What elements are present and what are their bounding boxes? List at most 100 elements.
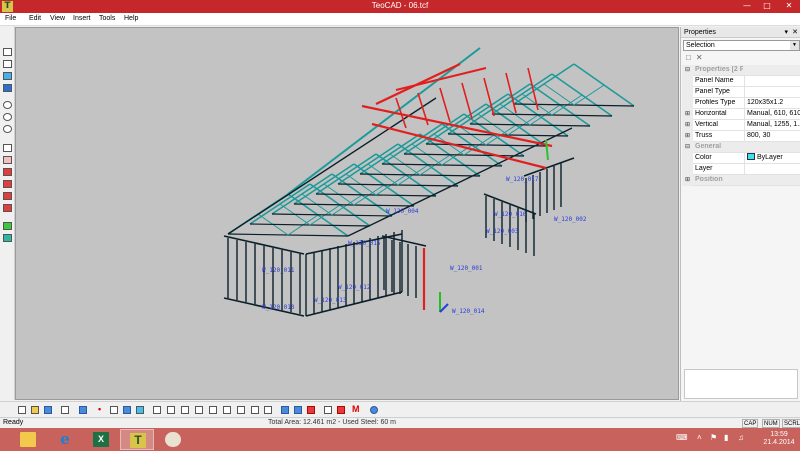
taskbar-internet-explorer[interactable]: e bbox=[48, 429, 82, 450]
maximize-button[interactable]: □ bbox=[757, 0, 777, 12]
panel-label[interactable]: W_120_004 bbox=[386, 208, 419, 215]
steel-frame-model[interactable]: W_120_002 W_120_001 W_120_014 W_120_012 W_12… bbox=[16, 28, 679, 400]
property-value[interactable]: 800, 30 bbox=[744, 131, 800, 141]
wall-icon[interactable] bbox=[181, 406, 189, 414]
taskbar-excel[interactable]: X bbox=[84, 429, 118, 450]
chevron-down-icon[interactable]: ▼ bbox=[790, 41, 799, 50]
property-row[interactable]: Profiles Type 120x35x1.2 bbox=[682, 98, 800, 109]
measure-icon[interactable] bbox=[324, 406, 332, 414]
expand-toggle-icon[interactable]: ⊞ bbox=[682, 109, 693, 120]
view-back-icon[interactable] bbox=[3, 156, 12, 164]
flag-icon[interactable]: ⚑ bbox=[710, 433, 717, 442]
layers-icon[interactable] bbox=[3, 234, 12, 242]
property-row[interactable]: Layer bbox=[682, 164, 800, 175]
line-icon[interactable] bbox=[110, 406, 118, 414]
open-folder-icon[interactable] bbox=[31, 406, 39, 414]
truss-icon[interactable] bbox=[264, 406, 272, 414]
panel-label[interactable]: W_120_013 bbox=[314, 297, 347, 304]
zoom-in-icon[interactable] bbox=[3, 101, 12, 109]
3d-viewport[interactable]: W_120_002 W_120_001 W_120_014 W_120_012 W_12… bbox=[15, 27, 679, 400]
property-value[interactable]: 120x35x1.2 bbox=[744, 98, 800, 108]
property-row[interactable]: ⊞ Truss 800, 30 bbox=[682, 131, 800, 142]
panel-label[interactable]: W_120_017 bbox=[506, 176, 539, 183]
panel-label[interactable]: W_120_002 bbox=[554, 216, 587, 223]
expand-toggle-icon[interactable]: ⊟ bbox=[682, 65, 693, 76]
cube-view-icon[interactable] bbox=[3, 48, 12, 56]
expand-toggle-icon[interactable]: ⊞ bbox=[682, 120, 693, 131]
property-value[interactable]: Manual, 1255, 1... bbox=[744, 120, 800, 130]
wall-icon[interactable] bbox=[153, 406, 161, 414]
property-category[interactable]: ⊟Properties [2 Panel] bbox=[682, 65, 800, 76]
menu-view[interactable]: View bbox=[50, 15, 65, 22]
panel-label[interactable]: W_120_010 bbox=[262, 304, 295, 311]
menu-file[interactable]: File bbox=[5, 15, 16, 22]
panel-label[interactable]: W_120_016 bbox=[494, 211, 527, 218]
property-value[interactable] bbox=[744, 164, 800, 174]
help-icon[interactable] bbox=[370, 406, 378, 414]
expand-toggle-icon[interactable]: ⊟ bbox=[682, 142, 693, 153]
zoom-out-icon[interactable] bbox=[3, 113, 12, 121]
undo-icon[interactable] bbox=[79, 406, 87, 414]
property-value[interactable] bbox=[744, 76, 800, 86]
panel-label[interactable]: W_120_015 bbox=[348, 240, 381, 247]
new-file-icon[interactable] bbox=[18, 406, 26, 414]
expand-toggle-icon[interactable]: ⊞ bbox=[682, 175, 693, 186]
panel-label[interactable]: W_120_014 bbox=[452, 308, 485, 315]
expand-toggle-icon[interactable]: ⊞ bbox=[682, 131, 693, 142]
menu-help[interactable]: Help bbox=[124, 15, 138, 22]
shaded-view-icon[interactable] bbox=[3, 72, 12, 80]
point-icon[interactable]: • bbox=[98, 404, 106, 414]
panel-label[interactable]: W_120_003 bbox=[486, 228, 519, 235]
taskbar-file-explorer[interactable] bbox=[11, 429, 45, 450]
close-button[interactable]: ✕ bbox=[778, 0, 800, 12]
panel-label[interactable]: W_120_001 bbox=[450, 265, 483, 272]
rotate-icon[interactable] bbox=[294, 406, 302, 414]
property-row[interactable]: Color ByLayer bbox=[682, 153, 800, 164]
wall-icon[interactable] bbox=[237, 406, 245, 414]
menu-tools[interactable]: Tools bbox=[99, 15, 115, 22]
manufacture-icon[interactable]: M bbox=[352, 404, 360, 414]
zoom-extents-icon[interactable] bbox=[3, 125, 12, 133]
property-row[interactable]: Panel Name bbox=[682, 76, 800, 87]
keyboard-icon[interactable]: ⌨ bbox=[676, 433, 688, 442]
wall-icon[interactable] bbox=[195, 406, 203, 414]
view-bottom-icon[interactable] bbox=[3, 204, 12, 212]
network-icon[interactable]: ▮ bbox=[724, 433, 728, 442]
volume-icon[interactable]: ♫ bbox=[738, 433, 744, 442]
panel-label[interactable]: W_120_011 bbox=[262, 267, 295, 274]
menu-edit[interactable]: Edit bbox=[29, 15, 41, 22]
selection-dropdown[interactable]: Selection ▼ bbox=[683, 40, 800, 51]
view-right-icon[interactable] bbox=[3, 180, 12, 188]
truss-icon[interactable] bbox=[251, 406, 259, 414]
menu-insert[interactable]: Insert bbox=[73, 15, 91, 22]
property-row[interactable]: ⊞ Horizontal Manual, 610, 610 bbox=[682, 109, 800, 120]
solid-view-icon[interactable] bbox=[3, 84, 12, 92]
clock[interactable]: 13:59 21.4.2014 bbox=[760, 431, 798, 447]
property-category[interactable]: ⊞ Position bbox=[682, 175, 800, 186]
layer-icon[interactable] bbox=[3, 222, 12, 230]
close-panel-icon[interactable]: ✕ bbox=[792, 27, 798, 38]
new-document-icon[interactable]: □ bbox=[686, 53, 691, 62]
property-value[interactable] bbox=[744, 87, 800, 97]
pin-icon[interactable]: ▾ bbox=[784, 27, 788, 38]
chevron-up-icon[interactable]: ˄ bbox=[697, 433, 702, 442]
wall-icon[interactable] bbox=[223, 406, 231, 414]
view-front-icon[interactable] bbox=[3, 144, 12, 152]
panel-icon[interactable] bbox=[136, 406, 144, 414]
taskbar-teocad[interactable]: T bbox=[120, 429, 154, 450]
cube-view-icon[interactable] bbox=[3, 60, 12, 68]
property-value[interactable]: ByLayer bbox=[744, 153, 800, 163]
delete-icon[interactable]: ✕ bbox=[696, 53, 703, 62]
view-top-icon[interactable] bbox=[3, 192, 12, 200]
wall-icon[interactable] bbox=[209, 406, 217, 414]
save-icon[interactable] bbox=[44, 406, 52, 414]
pencil-icon[interactable] bbox=[123, 406, 131, 414]
property-category[interactable]: ⊟ General bbox=[682, 142, 800, 153]
print-icon[interactable] bbox=[61, 406, 69, 414]
delete-element-icon[interactable] bbox=[307, 406, 315, 414]
wall-icon[interactable] bbox=[167, 406, 175, 414]
taskbar-paint[interactable] bbox=[156, 429, 190, 450]
minimize-button[interactable]: — bbox=[737, 0, 757, 12]
panel-label[interactable]: W_120_012 bbox=[338, 284, 371, 291]
property-value[interactable]: Manual, 610, 610 bbox=[744, 109, 800, 119]
